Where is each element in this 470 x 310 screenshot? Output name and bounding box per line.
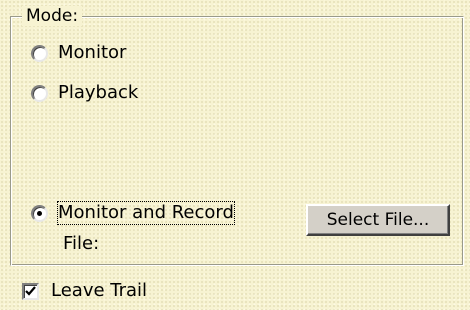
playback-radio[interactable] [31,84,48,102]
select-file-button[interactable]: Select File... [306,204,450,236]
leave-trail-checkbox[interactable] [22,282,39,300]
monitor-radio[interactable] [31,44,48,62]
monitor-label: Monitor [58,42,127,63]
radio-option-monitor-and-record[interactable]: Monitor and Record [31,201,235,225]
monitor-and-record-label: Monitor and Record [57,201,235,225]
leave-trail-label: Leave Trail [51,280,148,301]
radio-option-monitor[interactable]: Monitor [31,42,126,64]
checkmark-icon [25,285,36,296]
mode-legend: Mode: [22,6,83,26]
monitor-and-record-radio[interactable] [31,204,48,222]
playback-label: Playback [58,82,139,103]
radio-option-playback[interactable]: Playback [31,82,138,104]
file-label: File: [63,233,100,254]
leave-trail-option[interactable]: Leave Trail [22,280,147,302]
